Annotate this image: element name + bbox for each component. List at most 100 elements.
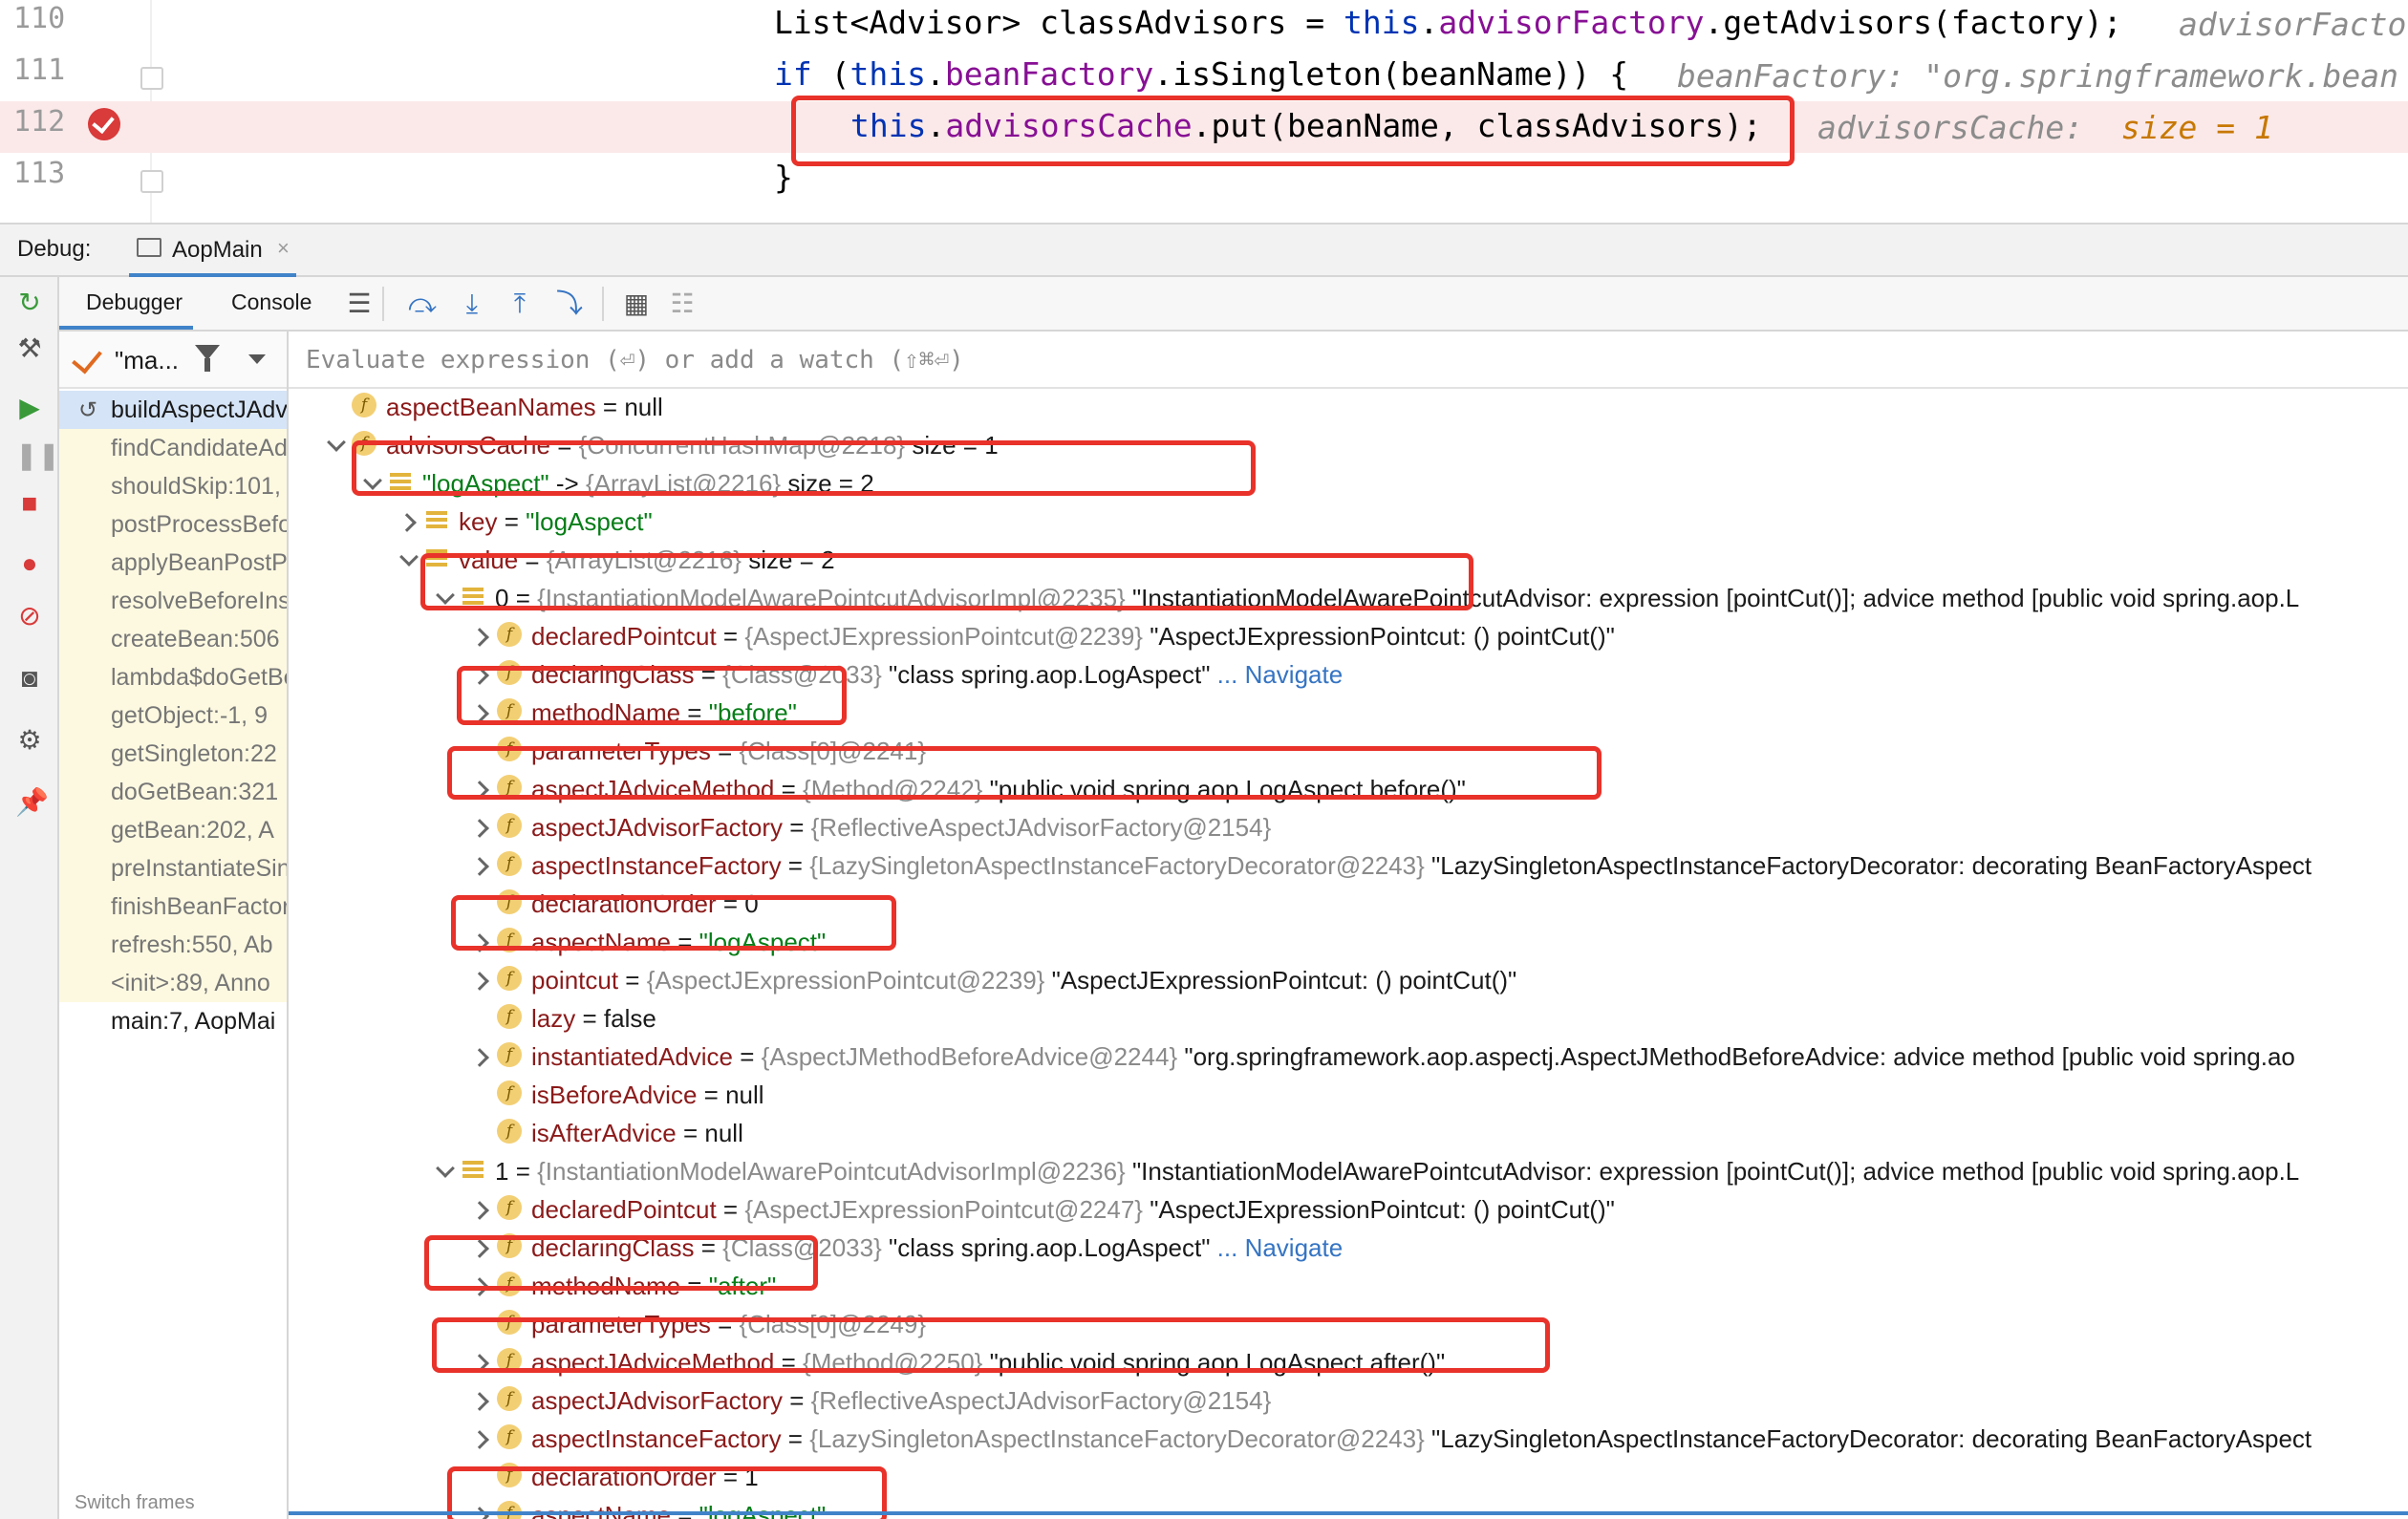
variable-row[interactable]: 1 = {InstantiationModelAwarePointcutAdvi… xyxy=(289,1151,2408,1189)
frame-item[interactable]: resolveBeforeInstantiation xyxy=(59,582,287,620)
frame-item[interactable]: preInstantiateSingletons xyxy=(59,849,287,888)
frame-item[interactable]: doGetBean:321 xyxy=(59,773,287,811)
stop-icon[interactable]: ■ xyxy=(15,489,44,518)
pause-icon[interactable]: ❚❚ xyxy=(15,441,60,470)
chevron-right-icon[interactable] xyxy=(470,1428,489,1447)
tab-debugger[interactable]: Debugger xyxy=(86,289,183,315)
frame-item[interactable]: finishBeanFactory xyxy=(59,888,287,926)
frame-item[interactable]: getSingleton:22 xyxy=(59,735,287,773)
chevron-down-icon[interactable] xyxy=(325,435,344,454)
chevron-right-icon[interactable] xyxy=(470,1275,489,1294)
code-line[interactable]: 110 List<Advisor> classAdvisors = this.ad… xyxy=(0,0,2408,50)
variable-row[interactable]: f isBeforeAdvice = null xyxy=(289,1075,2408,1113)
chevron-right-icon[interactable] xyxy=(470,1199,489,1218)
variable-row[interactable]: key = "logAspect" xyxy=(289,502,2408,540)
thread-selector[interactable]: "ma... xyxy=(59,332,287,389)
chevron-right-icon[interactable] xyxy=(470,779,489,798)
evaluate-icon[interactable]: ▦ xyxy=(621,289,652,319)
code-line[interactable]: 111 if (this.beanFactory.isSingleton(bean… xyxy=(0,50,2408,101)
tab-aopmain[interactable]: AopMain × xyxy=(129,225,296,277)
breakpoint-icon[interactable] xyxy=(88,108,120,140)
chevron-right-icon[interactable] xyxy=(470,931,489,951)
variable-row[interactable]: f declaredPointcut = {AspectJExpressionPo… xyxy=(289,1189,2408,1228)
variable-row[interactable]: f advisorsCache = {ConcurrentHashMap@2218… xyxy=(289,425,2408,463)
chevron-right-icon[interactable] xyxy=(470,1046,489,1065)
variable-row[interactable]: 0 = {InstantiationModelAwarePointcutAdvi… xyxy=(289,578,2408,616)
variable-row[interactable]: f methodName = "before" xyxy=(289,693,2408,731)
variable-row[interactable]: f declarationOrder = 0 xyxy=(289,884,2408,922)
pin-icon[interactable]: 📌 xyxy=(15,788,49,817)
run-to-cursor-icon[interactable]: ⤵ xyxy=(554,289,585,319)
chevron-right-icon[interactable] xyxy=(470,817,489,836)
variable-row[interactable]: f aspectInstanceFactory = {LazySingletonA… xyxy=(289,1419,2408,1457)
fold-marker-icon[interactable] xyxy=(140,170,163,193)
variable-row[interactable]: f declaredPointcut = {AspectJExpressionPo… xyxy=(289,616,2408,654)
chevron-right-icon[interactable] xyxy=(470,855,489,874)
code-line[interactable]: 112 this.advisorsCache.put(beanName, clas… xyxy=(0,101,2408,153)
variable-row[interactable]: f aspectBeanNames = null xyxy=(289,387,2408,425)
mute-breakpoints-icon[interactable]: ⊘ xyxy=(15,602,44,631)
variable-row[interactable]: f methodName = "after" xyxy=(289,1266,2408,1304)
variable-row[interactable]: f parameterTypes = {Class[0]@2249} xyxy=(289,1304,2408,1342)
frame-item[interactable]: main:7, AopMai xyxy=(59,1002,287,1040)
variable-row[interactable]: f aspectJAdvisorFactory = {ReflectiveAspe… xyxy=(289,807,2408,845)
wrench-icon[interactable]: ⚒ xyxy=(15,334,44,363)
chevron-down-icon[interactable] xyxy=(434,1161,453,1180)
frame-item[interactable]: applyBeanPostProcessors xyxy=(59,544,287,582)
filter-icon[interactable] xyxy=(195,345,220,372)
variable-row[interactable]: f instantiatedAdvice = {AspectJMethodBefo… xyxy=(289,1037,2408,1075)
rerun-icon[interactable]: ↻ xyxy=(15,289,44,317)
frame-item[interactable]: postProcessBefore xyxy=(59,505,287,544)
navigate-link[interactable]: ... Navigate xyxy=(1210,1233,1344,1262)
chevron-right-icon[interactable] xyxy=(470,970,489,989)
view-breakpoints-icon[interactable]: ● xyxy=(15,549,44,578)
frame-item[interactable]: ↺ buildAspectJAdvisors xyxy=(59,391,287,429)
chevron-right-icon[interactable] xyxy=(470,626,489,645)
variable-row[interactable]: f declaringClass = {Class@2033} "class sp… xyxy=(289,1228,2408,1266)
variable-row[interactable]: f aspectName = "logAspect" xyxy=(289,1495,2408,1519)
chevron-down-icon[interactable] xyxy=(434,588,453,607)
chevron-right-icon[interactable] xyxy=(470,1390,489,1409)
variable-row[interactable]: f aspectName = "logAspect" xyxy=(289,922,2408,960)
step-into-icon[interactable]: ⤓ xyxy=(457,289,487,319)
frame-item[interactable]: shouldSkip:101, xyxy=(59,467,287,505)
frame-item[interactable]: getBean:202, A xyxy=(59,811,287,849)
fold-marker-icon[interactable] xyxy=(140,67,163,90)
variable-row[interactable]: value = {ArrayList@2216} size = 2 xyxy=(289,540,2408,578)
close-icon[interactable]: × xyxy=(277,236,290,261)
frame-item[interactable]: findCandidateAdvisors xyxy=(59,429,287,467)
variable-row[interactable]: f aspectJAdvisorFactory = {ReflectiveAspe… xyxy=(289,1380,2408,1419)
resume-icon[interactable]: ▶ xyxy=(15,394,44,422)
variable-row[interactable]: f pointcut = {AspectJExpressionPointcut@2… xyxy=(289,960,2408,998)
chevron-down-icon[interactable] xyxy=(248,354,266,364)
chevron-right-icon[interactable] xyxy=(470,664,489,683)
tab-console[interactable]: Console xyxy=(231,289,312,315)
chevron-right-icon[interactable] xyxy=(398,511,417,530)
chevron-right-icon[interactable] xyxy=(470,1352,489,1371)
variable-row[interactable]: f aspectJAdviceMethod = {Method@2242} "pu… xyxy=(289,769,2408,807)
variable-row[interactable]: "logAspect" -> {ArrayList@2216} size = 2 xyxy=(289,463,2408,502)
variable-row[interactable]: f declarationOrder = 1 xyxy=(289,1457,2408,1495)
frame-item[interactable]: <init>:89, Anno xyxy=(59,964,287,1002)
menu-icon[interactable]: ☰ xyxy=(344,289,375,319)
frame-item[interactable]: refresh:550, Ab xyxy=(59,926,287,964)
variable-row[interactable]: f isAfterAdvice = null xyxy=(289,1113,2408,1151)
camera-icon[interactable]: ◙ xyxy=(15,664,44,693)
code-editor[interactable]: 110 List<Advisor> classAdvisors = this.ad… xyxy=(0,0,2408,223)
chevron-right-icon[interactable] xyxy=(470,702,489,721)
variable-row[interactable]: f parameterTypes = {Class[0]@2241} xyxy=(289,731,2408,769)
variable-row[interactable]: f declaringClass = {Class@2033} "class sp… xyxy=(289,654,2408,693)
variable-row[interactable]: f aspectInstanceFactory = {LazySingletonA… xyxy=(289,845,2408,884)
frame-item[interactable]: createBean:506 xyxy=(59,620,287,658)
frame-item[interactable]: lambda$doGetBean xyxy=(59,658,287,696)
chevron-down-icon[interactable] xyxy=(398,549,417,568)
step-out-icon[interactable]: ⤒ xyxy=(505,289,535,319)
gear-icon[interactable]: ⚙ xyxy=(15,726,44,755)
navigate-link[interactable]: ... Navigate xyxy=(1210,660,1344,689)
variable-row[interactable]: f aspectJAdviceMethod = {Method@2250} "pu… xyxy=(289,1342,2408,1380)
trace-icon[interactable]: ☷ xyxy=(667,289,698,319)
variable-row[interactable]: f lazy = false xyxy=(289,998,2408,1037)
step-over-icon[interactable]: ⤼ xyxy=(407,289,438,319)
frame-item[interactable]: getObject:-1, 9 xyxy=(59,696,287,735)
code-line[interactable]: 113} xyxy=(0,153,2408,204)
